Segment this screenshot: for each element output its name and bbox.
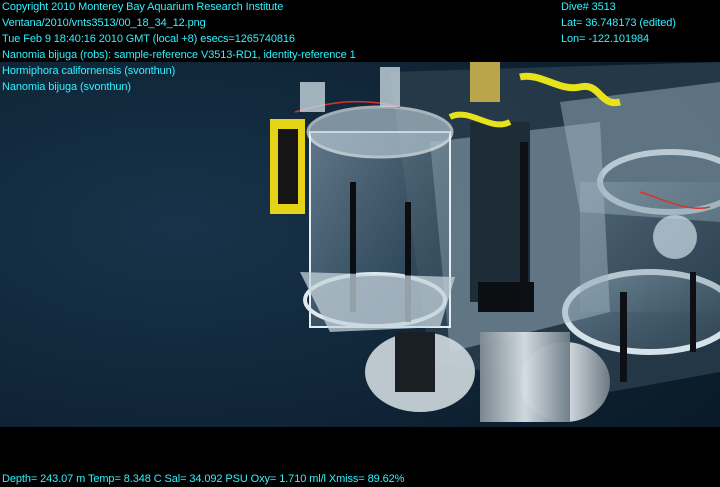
sensor-readout-text: Depth= 243.07 m Temp= 8.348 C Sal= 34.09… — [2, 473, 405, 485]
annotation-text: Nanomia bijuga (svonthun) — [2, 81, 131, 93]
annotation-text: Hormiphora californensis (svonthun) — [2, 65, 176, 77]
longitude-text: Lon= -122.101984 — [561, 33, 650, 45]
dive-number-text: Dive# 3513 — [561, 1, 616, 13]
overlay-top-right: Dive# 3513 Lat= 36.748173 (edited) Lon= … — [561, 0, 676, 47]
filename-text: Ventana/2010/vnts3513/00_18_34_12.png — [2, 17, 206, 29]
overlay-top-left: Copyright 2010 Monterey Bay Aquarium Res… — [2, 0, 356, 95]
underwater-scene — [0, 62, 720, 427]
copyright-text: Copyright 2010 Monterey Bay Aquarium Res… — [2, 1, 284, 13]
latitude-text: Lat= 36.748173 (edited) — [561, 17, 676, 29]
timestamp-text: Tue Feb 9 18:40:16 2010 GMT (local +8) e… — [2, 33, 295, 45]
annotation-text: Nanomia bijuga (robs): sample-reference … — [2, 49, 356, 61]
video-frame: Copyright 2010 Monterey Bay Aquarium Res… — [0, 0, 720, 486]
overlay-bottom: Depth= 243.07 m Temp= 8.348 C Sal= 34.09… — [2, 471, 404, 487]
